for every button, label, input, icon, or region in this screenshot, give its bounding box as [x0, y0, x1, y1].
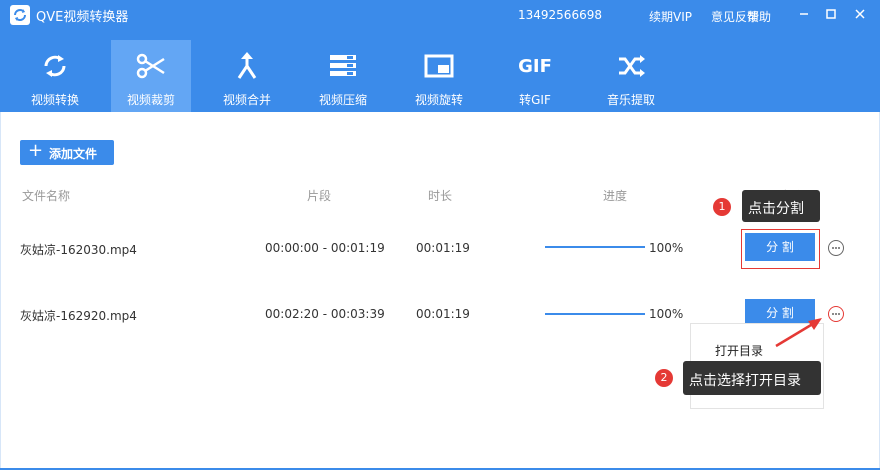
tab-video-convert[interactable]: 视频转换 — [15, 40, 95, 112]
rotate-icon — [421, 48, 457, 84]
tab-label: 视频旋转 — [414, 93, 463, 107]
file-name: 灰姑凉-162030.mp4 — [20, 243, 137, 257]
help-link[interactable]: 帮助 — [747, 8, 771, 25]
merge-icon — [229, 48, 265, 84]
plus-icon: + — [28, 140, 44, 161]
annotation-callout: 点击选择打开目录 — [683, 361, 821, 395]
more-options-icon[interactable] — [828, 306, 844, 322]
gif-text: GIF — [518, 56, 552, 77]
header-file-name: 文件名称 — [22, 189, 71, 203]
header-progress: 进度 — [603, 189, 628, 203]
left-border — [0, 112, 1, 470]
progress-text: 100% — [649, 241, 684, 255]
add-file-label: 添加文件 — [49, 147, 98, 161]
annotation-arrow — [775, 318, 822, 348]
tab-label: 转GIF — [519, 93, 551, 107]
annotation-text: 点击选择打开目录 — [689, 373, 801, 389]
annotation-number: 1 — [713, 198, 731, 216]
maximize-icon[interactable] — [823, 6, 839, 22]
convert-icon — [37, 48, 73, 84]
header-segment: 片段 — [307, 189, 332, 203]
account-phone[interactable]: 13492566698 — [518, 8, 602, 22]
tool-tabs: 视频转换 视频裁剪 视频合并 视频压缩 视频旋转 GIF 转GIF 音乐提取 — [0, 40, 880, 112]
tab-video-compress[interactable]: 视频压缩 — [303, 40, 383, 112]
file-name: 灰姑凉-162920.mp4 — [20, 309, 137, 323]
gif-icon: GIF — [517, 48, 553, 84]
tab-video-crop[interactable]: 视频裁剪 — [111, 40, 191, 112]
scissors-icon — [133, 48, 169, 84]
progress-text: 100% — [649, 307, 684, 321]
annotation-highlight-split — [741, 229, 820, 269]
open-folder-item[interactable]: 打开目录 — [715, 342, 763, 359]
duration: 00:01:19 — [416, 241, 470, 255]
title-bar: QVE视频转换器 13492566698 续期VIP 意见反馈 帮助 视频转换 … — [0, 0, 880, 112]
tab-video-rotate[interactable]: 视频旋转 — [399, 40, 479, 112]
app-logo — [10, 5, 30, 25]
progress-bar — [545, 313, 645, 315]
tab-label: 视频压缩 — [318, 93, 367, 107]
tab-music-extract[interactable]: 音乐提取 — [591, 40, 671, 112]
segment: 00:02:20 - 00:03:39 — [265, 307, 385, 321]
minimize-icon[interactable] — [796, 6, 812, 22]
close-icon[interactable] — [852, 6, 868, 22]
compress-icon — [325, 48, 361, 84]
tab-label: 音乐提取 — [606, 93, 655, 107]
header-duration: 时长 — [428, 189, 453, 203]
vip-renew-link[interactable]: 续期VIP — [649, 8, 692, 25]
annotation-text: 点击分割 — [748, 201, 804, 217]
tab-label: 视频转换 — [30, 93, 79, 107]
tab-label: 视频合并 — [222, 93, 271, 107]
segment: 00:00:00 - 00:01:19 — [265, 241, 385, 255]
tab-video-merge[interactable]: 视频合并 — [207, 40, 287, 112]
more-options-icon[interactable] — [828, 240, 844, 256]
annotation-callout: 点击分割 — [742, 190, 820, 222]
annotation-number: 2 — [655, 369, 673, 387]
progress-bar — [545, 246, 645, 248]
duration: 00:01:19 — [416, 307, 470, 321]
shuffle-icon — [613, 48, 649, 84]
tab-to-gif[interactable]: GIF 转GIF — [495, 40, 575, 112]
tab-label: 视频裁剪 — [126, 93, 175, 107]
add-file-button[interactable]: + 添加文件 — [20, 140, 114, 165]
app-title: QVE视频转换器 — [36, 10, 129, 25]
